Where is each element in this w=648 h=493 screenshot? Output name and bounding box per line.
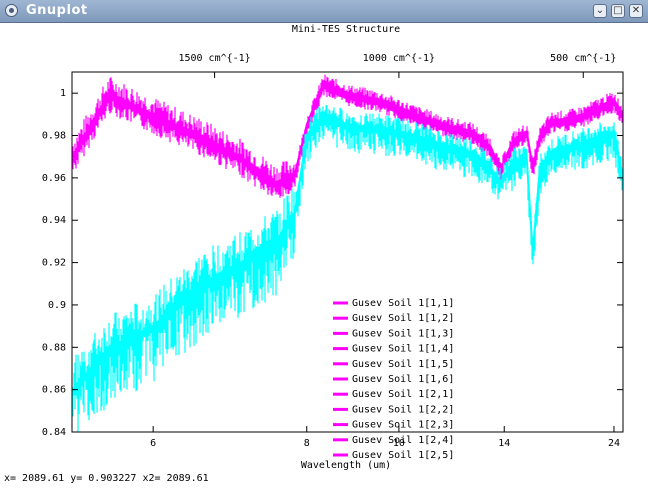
status-readout: x= 2089.61 y= 0.903227 x2= 2089.61: [4, 473, 209, 484]
title-bar[interactable]: Gnuplot ⌄ □ ✕: [0, 0, 648, 23]
chart-traces: [72, 74, 623, 432]
legend-entry: Gusev Soil 1[1,3]: [352, 328, 454, 339]
x-tick-label: 24: [608, 438, 620, 449]
y-tick-label: 0.86: [42, 385, 66, 396]
y-tick-label: 1: [60, 88, 66, 99]
close-button[interactable]: ✕: [629, 4, 643, 18]
legend-entry: Gusev Soil 1[2,3]: [352, 420, 454, 431]
y-tick-label: 0.92: [42, 258, 66, 269]
x-tick-label: 8: [304, 438, 310, 449]
legend-entry: Gusev Soil 1[1,1]: [352, 298, 454, 309]
series-trace: [72, 105, 623, 432]
chart-title: Mini-TES Structure: [292, 24, 400, 35]
y-tick-label: 0.9: [48, 300, 66, 311]
legend-entry: Gusev Soil 1[1,4]: [352, 344, 454, 355]
window-menu-icon[interactable]: [5, 4, 18, 17]
y-tick-label: 0.84: [42, 427, 66, 438]
legend-entry: Gusev Soil 1[2,4]: [352, 435, 454, 446]
plot-canvas[interactable]: Mini-TES Structure 0.84 0.86 0.88 0.9 0.92 0.…: [0, 23, 648, 489]
y-tick-label: 0.94: [42, 215, 66, 226]
x2-tick-label: 1500 cm^{-1}: [178, 53, 250, 64]
x-axis-label: Wavelength (um): [301, 460, 391, 471]
legend-entry: Gusev Soil 1[1,2]: [352, 313, 454, 324]
y-tick-label: 0.88: [42, 342, 66, 353]
legend-entry: Gusev Soil 1[2,2]: [352, 404, 454, 415]
window-title: Gnuplot: [26, 3, 88, 18]
legend-entry: Gusev Soil 1[1,5]: [352, 359, 454, 370]
chart-legend: Gusev Soil 1[1,1] Gusev Soil 1[1,2] Gusev …: [333, 298, 454, 461]
y-tick-label: 0.96: [42, 173, 66, 184]
chart-svg[interactable]: Mini-TES Structure 0.84 0.86 0.88 0.9 0.92 0.…: [0, 23, 648, 489]
y-tick-label: 0.98: [42, 131, 66, 142]
legend-entry: Gusev Soil 1[2,1]: [352, 389, 454, 400]
legend-entry: Gusev Soil 1[1,6]: [352, 374, 454, 385]
gnuplot-window: Gnuplot ⌄ □ ✕ Mini-TES Structure 0.84 0.8…: [0, 0, 648, 489]
maximize-button[interactable]: □: [611, 4, 625, 18]
minimize-button[interactable]: ⌄: [593, 4, 607, 18]
x-tick-label: 6: [150, 438, 156, 449]
x2-tick-label: 500 cm^{-1}: [550, 53, 616, 64]
x2-tick-label: 1000 cm^{-1}: [363, 53, 435, 64]
x-tick-label: 14: [498, 438, 510, 449]
